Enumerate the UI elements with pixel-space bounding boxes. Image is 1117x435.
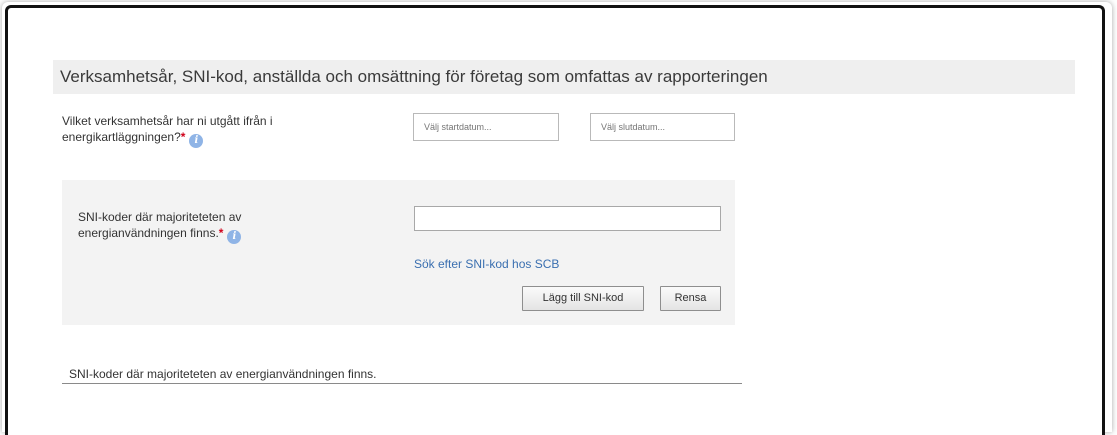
add-sni-code-button[interactable]: Lägg till SNI-kod bbox=[522, 286, 644, 311]
clear-button[interactable]: Rensa bbox=[660, 286, 721, 311]
sni-label-line1: SNI-koder där majoriteteten av bbox=[78, 210, 242, 224]
year-field-label: Vilket verksamhetsår har ni utgått ifrån… bbox=[62, 113, 382, 148]
info-icon[interactable]: i bbox=[227, 230, 242, 244]
sni-code-input[interactable] bbox=[414, 206, 721, 231]
start-date-input[interactable] bbox=[413, 113, 559, 141]
year-label-line1: Vilket verksamhetsår har ni utgått ifrån… bbox=[62, 114, 273, 128]
scb-search-link[interactable]: Sök efter SNI-kod hos SCB bbox=[414, 257, 559, 271]
required-mark: * bbox=[180, 130, 186, 144]
sni-list-heading: SNI-koder där majoriteteten av energianv… bbox=[62, 367, 742, 384]
required-mark: * bbox=[218, 226, 224, 240]
section-title: Verksamhetsår, SNI-kod, anställda och om… bbox=[53, 60, 1075, 94]
sni-field-label: SNI-koder där majoriteteten av energianv… bbox=[78, 209, 378, 244]
sni-label-line2: energianvändningen finns. bbox=[78, 226, 219, 240]
year-label-line2: energikartläggningen? bbox=[62, 130, 181, 144]
info-icon[interactable]: i bbox=[189, 134, 204, 148]
end-date-input[interactable] bbox=[590, 113, 735, 141]
